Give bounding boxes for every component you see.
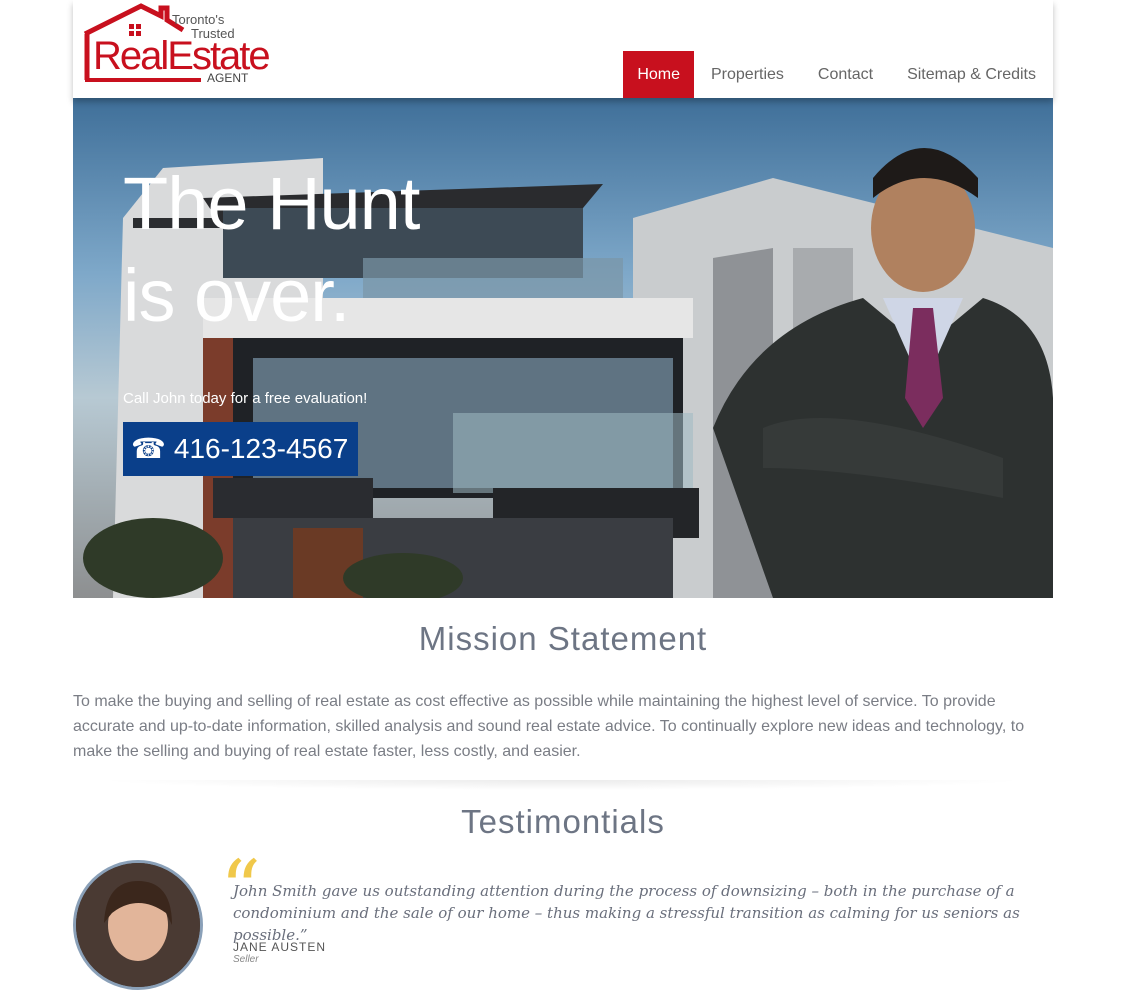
testimonial-author: JANE AUSTEN (233, 940, 327, 954)
logo-tagline-1: Toronto's (172, 12, 225, 27)
testimonial-role: Seller (233, 954, 259, 965)
hero-cta-text: Call John today for a free evaluation! (123, 390, 368, 407)
nav-properties[interactable]: Properties (694, 51, 801, 98)
hero-headline-line2: is over. (123, 254, 350, 337)
nav-contact[interactable]: Contact (801, 51, 890, 98)
hero-banner: The Hunt is over. Call John today for a … (73, 98, 1053, 598)
testimonials-title: Testimontials (461, 803, 665, 840)
hero-headline-line1: The Hunt (123, 162, 420, 245)
main-nav: Home Properties Contact Sitemap & Credit… (623, 51, 1053, 98)
phone-icon: ☎ (131, 433, 166, 464)
section-divider (95, 780, 1030, 790)
page-wrapper: Toronto's Trusted RealEstate AGENT Home … (73, 0, 1053, 598)
mission-title: Mission Statement (418, 620, 708, 657)
hero-headline: The Hunt is over. (123, 158, 420, 342)
phone-button[interactable]: ☎ 416-123-4567 (123, 422, 359, 476)
avatar-photo (76, 863, 200, 987)
testimonial-avatar (73, 860, 203, 990)
logo-word-real: Real (93, 34, 169, 78)
logo-agent: AGENT (207, 71, 249, 85)
nav-sitemap-credits[interactable]: Sitemap & Credits (890, 51, 1053, 98)
site-logo[interactable]: Toronto's Trusted RealEstate AGENT (83, 2, 273, 86)
nav-home[interactable]: Home (623, 51, 694, 98)
phone-number: 416-123-4567 (173, 433, 349, 464)
mission-text: To make the buying and selling of real e… (73, 693, 1025, 760)
site-header: Toronto's Trusted RealEstate AGENT Home … (73, 0, 1053, 98)
testimonial-quote: John Smith gave us outstanding attention… (233, 882, 1020, 944)
